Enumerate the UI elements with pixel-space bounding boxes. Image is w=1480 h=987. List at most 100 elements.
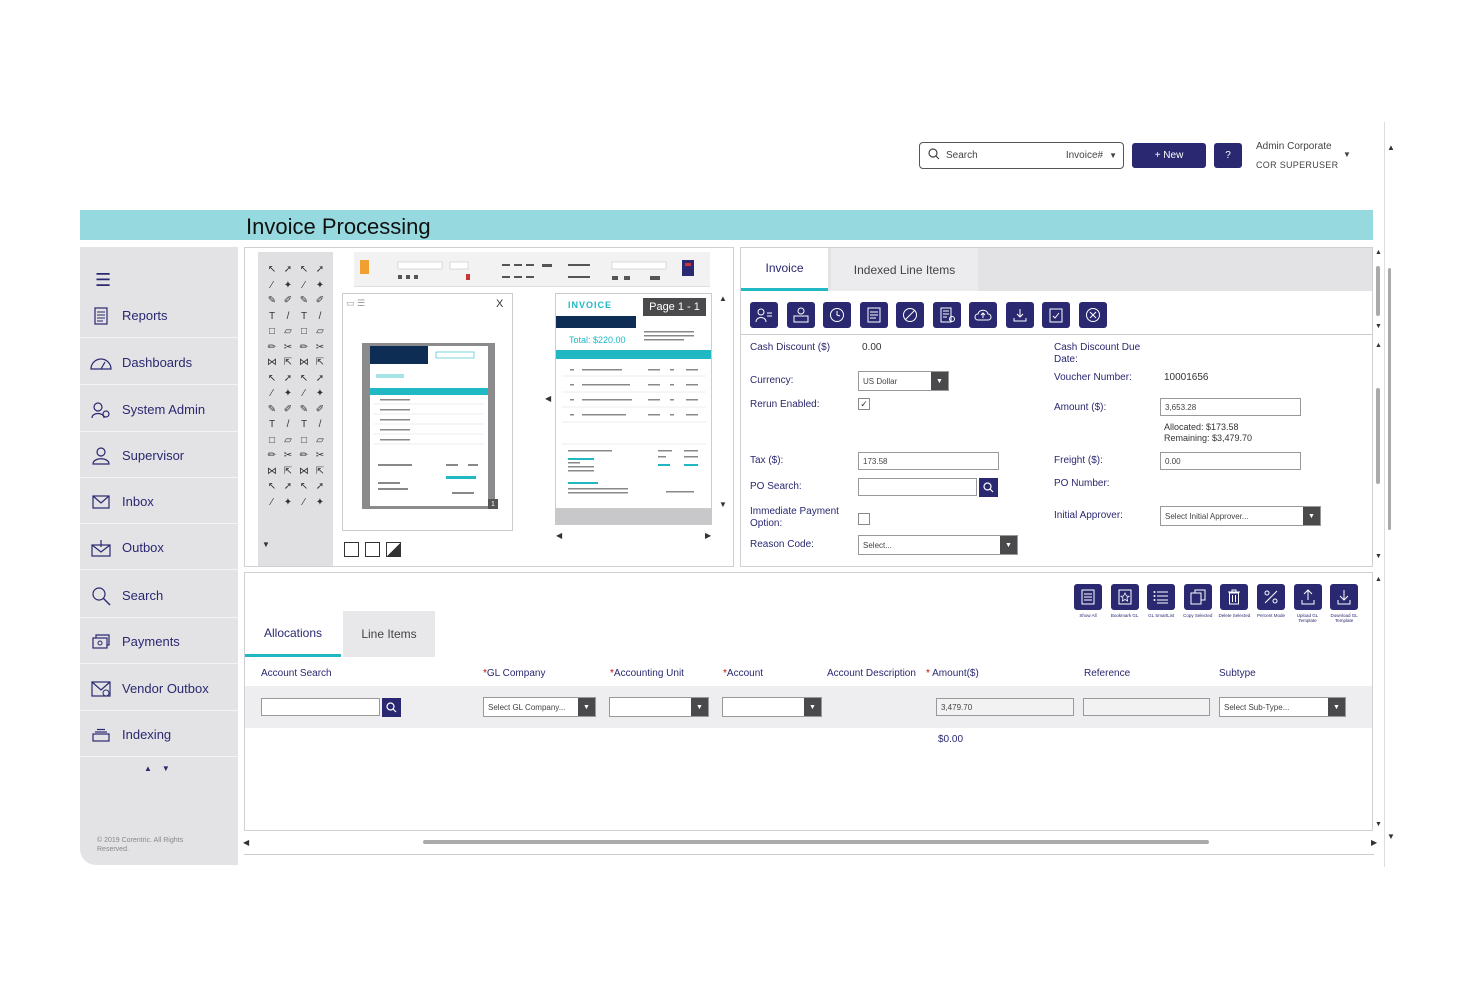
cloud-upload-icon[interactable]	[969, 302, 997, 328]
tab-invoice[interactable]: Invoice	[741, 248, 828, 291]
form-scroll-down-icon[interactable]: ▼	[1375, 553, 1382, 560]
text-tool-icon[interactable]: T	[264, 309, 280, 325]
wand-tool-icon[interactable]: ✦	[312, 278, 328, 294]
marker-tool-icon[interactable]: ✏	[296, 448, 312, 464]
resize-tool-icon[interactable]: ⇱	[280, 464, 296, 480]
sidebar-item-dashboards[interactable]: Dashboards	[80, 341, 238, 385]
wand-tool-icon[interactable]: ✦	[312, 386, 328, 402]
annotation-tool-grid[interactable]: ↖ ➚ ↖ ➚ ⁄ ✦ ⁄ ✦ ✎ ✐ ✎ ✐ T / T / □ ▱ □ ▱ ✏ ✂ ✏ ✂ ⋈ ⇱ ⋈ ⇱ ↖ ➚ ↖ ➚ …	[264, 262, 328, 510]
resize-tool-icon[interactable]: ⇱	[312, 355, 328, 371]
thumbnail-page-1[interactable]	[370, 346, 488, 506]
clipboard-check-icon[interactable]	[1042, 302, 1070, 328]
wand-tool-icon[interactable]: ⁄	[264, 495, 280, 511]
reference-input[interactable]	[1083, 698, 1210, 716]
pen-tool-icon[interactable]: ✐	[312, 402, 328, 418]
wand-tool-icon[interactable]: ✦	[280, 495, 296, 511]
reason-code-select[interactable]: Select... ▼	[858, 535, 1018, 555]
chevron-down-icon[interactable]: ▼	[1000, 536, 1017, 554]
text-tool-icon[interactable]: T	[296, 309, 312, 325]
pointer-tool-icon[interactable]: ➚	[280, 371, 296, 387]
help-button[interactable]: ?	[1214, 143, 1242, 168]
copy-icon[interactable]	[1183, 584, 1212, 610]
stamp-tool-icon[interactable]: ✂	[280, 340, 296, 356]
wand-tool-icon[interactable]: ✦	[280, 278, 296, 294]
wand-tool-icon[interactable]: ⁄	[296, 495, 312, 511]
wand-tool-icon[interactable]: ✦	[312, 495, 328, 511]
cancel-icon[interactable]	[896, 302, 924, 328]
single-page-icon[interactable]	[365, 542, 380, 557]
tab-indexed-line-items[interactable]: Indexed Line Items	[831, 248, 978, 291]
tabs-scroll-down-icon[interactable]: ▼	[1375, 323, 1382, 330]
pen-tool-icon[interactable]: ✐	[280, 293, 296, 309]
toolbox-expand-icon[interactable]: ▼	[262, 540, 270, 549]
accounting-unit-select[interactable]: ▼	[609, 697, 709, 717]
global-search[interactable]: Search Invoice# ▼	[919, 142, 1124, 169]
gl-company-select[interactable]: Select GL Company... ▼	[483, 697, 596, 717]
user-group-icon[interactable]	[786, 302, 815, 328]
bowtie-tool-icon[interactable]: ⋈	[296, 464, 312, 480]
bowtie-tool-icon[interactable]: ⋈	[264, 355, 280, 371]
po-search-button[interactable]	[979, 478, 998, 497]
allocations-scroll-up-icon[interactable]: ▲	[1375, 576, 1382, 583]
note-tool-icon[interactable]: ▱	[280, 433, 296, 449]
chevron-down-icon[interactable]: ▼	[804, 698, 821, 716]
freight-input[interactable]: 0.00	[1160, 452, 1301, 470]
download-gl-template-button[interactable]: Download GL Template	[1330, 584, 1359, 623]
pen-tool-icon[interactable]: ✎	[264, 402, 280, 418]
formatting-ribbon[interactable]	[354, 252, 710, 287]
tabs-scrollbar[interactable]	[1376, 266, 1380, 316]
chevron-down-icon[interactable]: ▼	[1328, 698, 1345, 716]
note-tool-icon[interactable]: ▱	[312, 324, 328, 340]
pen-tool-icon[interactable]: ✎	[296, 402, 312, 418]
hamburger-menu-icon[interactable]: ☰	[95, 270, 111, 291]
wand-tool-icon[interactable]: ⁄	[296, 386, 312, 402]
wand-tool-icon[interactable]: ⁄	[296, 278, 312, 294]
new-button[interactable]: + New	[1132, 143, 1206, 168]
pen-tool-icon[interactable]: ✐	[280, 402, 296, 418]
percent-mode-button[interactable]: Percent Mode	[1257, 584, 1285, 623]
rerun-enabled-checkbox[interactable]: ✓	[858, 398, 870, 410]
sidebar-item-payments[interactable]: Payments	[80, 620, 238, 664]
search-type-select[interactable]: Invoice#	[1066, 150, 1103, 161]
pointer-tool-icon[interactable]: ↖	[264, 262, 280, 278]
trash-icon[interactable]	[1220, 584, 1249, 610]
stamp-tool-icon[interactable]: ✂	[312, 340, 328, 356]
marker-tool-icon[interactable]: ✏	[264, 448, 280, 464]
resize-tool-icon[interactable]: ⇱	[280, 355, 296, 371]
list-box-icon[interactable]	[1074, 584, 1102, 610]
close-thumbnail-button[interactable]: X	[496, 298, 503, 310]
sidebar-item-system-admin[interactable]: System Admin	[80, 388, 238, 432]
text-tool-icon[interactable]: T	[264, 417, 280, 433]
list-icon[interactable]	[1147, 584, 1176, 610]
chevron-down-icon[interactable]: ▼	[931, 372, 948, 390]
horizontal-scrollbar[interactable]	[423, 840, 1209, 844]
upload-gl-template-button[interactable]: Upload GL Template	[1293, 584, 1322, 623]
amount-input[interactable]: 3,653.28	[1160, 398, 1301, 416]
viewer-scroll-right-icon[interactable]: ▶	[705, 531, 711, 540]
thumbnail-view-icon[interactable]: ▭ ☰	[346, 298, 365, 309]
pen-tool-icon[interactable]: ✎	[296, 293, 312, 309]
pointer-tool-icon[interactable]: ➚	[312, 262, 328, 278]
stamp-tool-icon[interactable]: ✂	[280, 448, 296, 464]
copy-selected-button[interactable]: Copy Selected	[1183, 584, 1212, 623]
page-scrollbar[interactable]	[1388, 268, 1391, 530]
download-icon[interactable]	[1330, 584, 1359, 610]
pointer-tool-icon[interactable]: ↖	[264, 479, 280, 495]
note-tool-icon[interactable]: ▱	[312, 433, 328, 449]
user-name[interactable]: Admin Corporate	[1256, 141, 1332, 152]
pointer-tool-icon[interactable]: ➚	[280, 262, 296, 278]
bookmark-icon[interactable]	[1110, 584, 1139, 610]
resize-tool-icon[interactable]: ⇱	[312, 464, 328, 480]
calculator-icon[interactable]	[932, 302, 961, 328]
currency-select[interactable]: US Dollar ▼	[858, 371, 949, 391]
notes-icon[interactable]	[859, 302, 888, 328]
form-scrollbar[interactable]	[1376, 388, 1380, 484]
wand-tool-icon[interactable]: ⁄	[264, 386, 280, 402]
line-tool-icon[interactable]: /	[312, 417, 328, 433]
pointer-tool-icon[interactable]: ↖	[296, 262, 312, 278]
pointer-tool-icon[interactable]: ➚	[312, 371, 328, 387]
rect-tool-icon[interactable]: □	[296, 324, 312, 340]
sidebar-item-indexing[interactable]: Indexing	[80, 713, 238, 757]
rect-tool-icon[interactable]: □	[296, 433, 312, 449]
immediate-payment-checkbox[interactable]	[858, 513, 870, 525]
